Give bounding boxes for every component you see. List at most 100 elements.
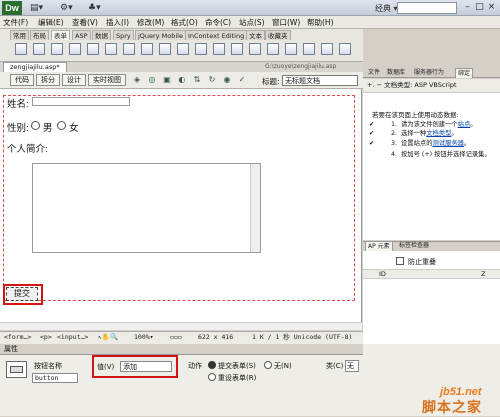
tab-databases[interactable]: 数据库: [385, 68, 407, 78]
tab-tag-inspector[interactable]: 标签检查器: [397, 241, 431, 251]
check-icon: ✔: [369, 130, 375, 137]
class-select[interactable]: 无: [345, 360, 359, 372]
search-input[interactable]: [397, 2, 457, 14]
live-view-button[interactable]: 实时视图: [88, 74, 126, 86]
intro-textarea[interactable]: [32, 163, 261, 253]
file-field-icon[interactable]: [195, 43, 207, 55]
menu-insert[interactable]: 插入(I): [106, 17, 129, 28]
check-compat-icon[interactable]: ✓: [236, 74, 248, 86]
testing-server-link[interactable]: 测试服务器: [432, 140, 463, 147]
menu-site[interactable]: 站点(S): [239, 17, 265, 28]
radio-group-icon[interactable]: [123, 43, 135, 55]
radio-button-icon[interactable]: [105, 43, 117, 55]
layout-icon[interactable]: ▤▾: [30, 1, 43, 15]
minimize-button[interactable]: –: [462, 1, 473, 13]
menu-view[interactable]: 查看(V): [72, 17, 98, 28]
menu-window[interactable]: 窗口(W): [272, 17, 300, 28]
hidden-field-icon[interactable]: [51, 43, 63, 55]
site-link[interactable]: 站点: [458, 121, 471, 128]
spry-select-icon[interactable]: [321, 43, 333, 55]
button-name-input[interactable]: button: [32, 373, 78, 383]
multiscreen-icon[interactable]: ▣: [161, 74, 173, 86]
radio-female[interactable]: [57, 121, 66, 130]
tag-form[interactable]: <form…>: [4, 333, 31, 342]
tab-spry[interactable]: Spry: [113, 30, 134, 40]
document-tab[interactable]: zengjiajilu.asp*: [3, 62, 67, 72]
inspect-icon[interactable]: ◎: [146, 74, 158, 86]
file-info: 1 K / 1 秒 Unicode (UTF-8): [252, 333, 353, 341]
text-field-icon[interactable]: [33, 43, 45, 55]
refresh-icon[interactable]: ↻: [206, 74, 218, 86]
visual-aids-icon[interactable]: ◉: [221, 74, 233, 86]
spry-validation-icon[interactable]: [267, 43, 279, 55]
tag-input[interactable]: <input…>: [57, 333, 88, 342]
radio-submit-form[interactable]: [208, 361, 216, 369]
spry-checkbox-icon[interactable]: [303, 43, 315, 55]
gear-icon[interactable]: ⚙▾: [60, 1, 73, 15]
tab-files[interactable]: 文件: [366, 68, 382, 78]
list-menu-icon[interactable]: [141, 43, 153, 55]
site-icon[interactable]: ♣▾: [88, 1, 101, 15]
tab-server-behaviors[interactable]: 服务器行为: [412, 68, 446, 78]
menu-commands[interactable]: 命令(C): [205, 17, 231, 28]
tab-layout[interactable]: 布局: [30, 30, 49, 40]
ap-col-z: Z: [481, 270, 486, 278]
tab-text[interactable]: 文本: [246, 30, 265, 40]
tab-ap-elements[interactable]: AP 元素: [365, 241, 393, 251]
split-view-button[interactable]: 拆分: [36, 74, 60, 86]
canvas-scrollbar[interactable]: [0, 322, 362, 330]
title-input[interactable]: 无标题文档: [282, 75, 358, 86]
tab-asp[interactable]: ASP: [72, 30, 91, 40]
menu-modify[interactable]: 修改(M): [137, 17, 164, 28]
textarea-icon[interactable]: [69, 43, 81, 55]
remove-icon[interactable]: −: [377, 81, 382, 89]
tab-jquery-mobile[interactable]: jQuery Mobile: [135, 30, 186, 40]
name-input[interactable]: [32, 97, 130, 106]
maximize-button[interactable]: □: [474, 1, 485, 13]
tab-data[interactable]: 数据: [92, 30, 111, 40]
radio-reset-form[interactable]: [208, 373, 216, 381]
tab-bindings[interactable]: 绑定: [455, 68, 474, 78]
spry-textarea-icon[interactable]: [285, 43, 297, 55]
value-highlight: [92, 355, 178, 378]
menu-edit[interactable]: 编辑(E): [38, 17, 64, 28]
tab-forms[interactable]: 表单: [51, 30, 70, 40]
radio-none[interactable]: [264, 361, 272, 369]
menu-help[interactable]: 帮助(H): [307, 17, 334, 28]
spry-password-icon[interactable]: [339, 43, 351, 55]
tab-favorites[interactable]: 收藏夹: [265, 30, 291, 40]
watermark-site: 脚本之家: [422, 400, 482, 416]
image-field-icon[interactable]: [177, 43, 189, 55]
design-view-button[interactable]: 设计: [62, 74, 86, 86]
gender-label: 性别:: [7, 123, 29, 134]
label-icon[interactable]: [231, 43, 243, 55]
ap-col-id: ID: [379, 270, 386, 278]
fieldset-icon[interactable]: [249, 43, 261, 55]
tab-common[interactable]: 常用: [10, 30, 29, 40]
doctype-link[interactable]: 文档类型: [426, 130, 451, 137]
class-label: 类(C): [326, 362, 344, 370]
workspace-switcher[interactable]: 经典 ▾: [375, 3, 398, 14]
prevent-overlap-label: 防止重叠: [408, 258, 436, 266]
code-view-button[interactable]: 代码: [10, 74, 34, 86]
radio-male[interactable]: [31, 121, 40, 130]
window-size[interactable]: 622 x 416: [198, 333, 233, 342]
prevent-overlap-checkbox[interactable]: [396, 257, 404, 265]
button-icon[interactable]: [213, 43, 225, 55]
textarea-scrollbar[interactable]: [250, 164, 260, 252]
close-button[interactable]: ×: [486, 1, 497, 13]
zoom-select[interactable]: 100%▾: [134, 333, 154, 342]
file-management-icon[interactable]: ⇅: [191, 74, 203, 86]
menu-format[interactable]: 格式(O): [171, 17, 198, 28]
live-code-icon[interactable]: ◈: [131, 74, 143, 86]
add-icon[interactable]: +.: [367, 81, 375, 89]
form-icon[interactable]: [15, 43, 27, 55]
tag-p[interactable]: <p>: [40, 333, 52, 342]
checkbox-icon[interactable]: [87, 43, 99, 55]
select-tool-icon[interactable]: ↖✋🔍: [98, 333, 118, 342]
tab-incontext-editing[interactable]: InContext Editing: [185, 30, 248, 40]
browser-preview-icon[interactable]: ◐: [176, 74, 188, 86]
viewport-icons[interactable]: ▭▭▭: [170, 333, 182, 342]
jump-menu-icon[interactable]: [159, 43, 171, 55]
menu-file[interactable]: 文件(F): [3, 17, 28, 28]
